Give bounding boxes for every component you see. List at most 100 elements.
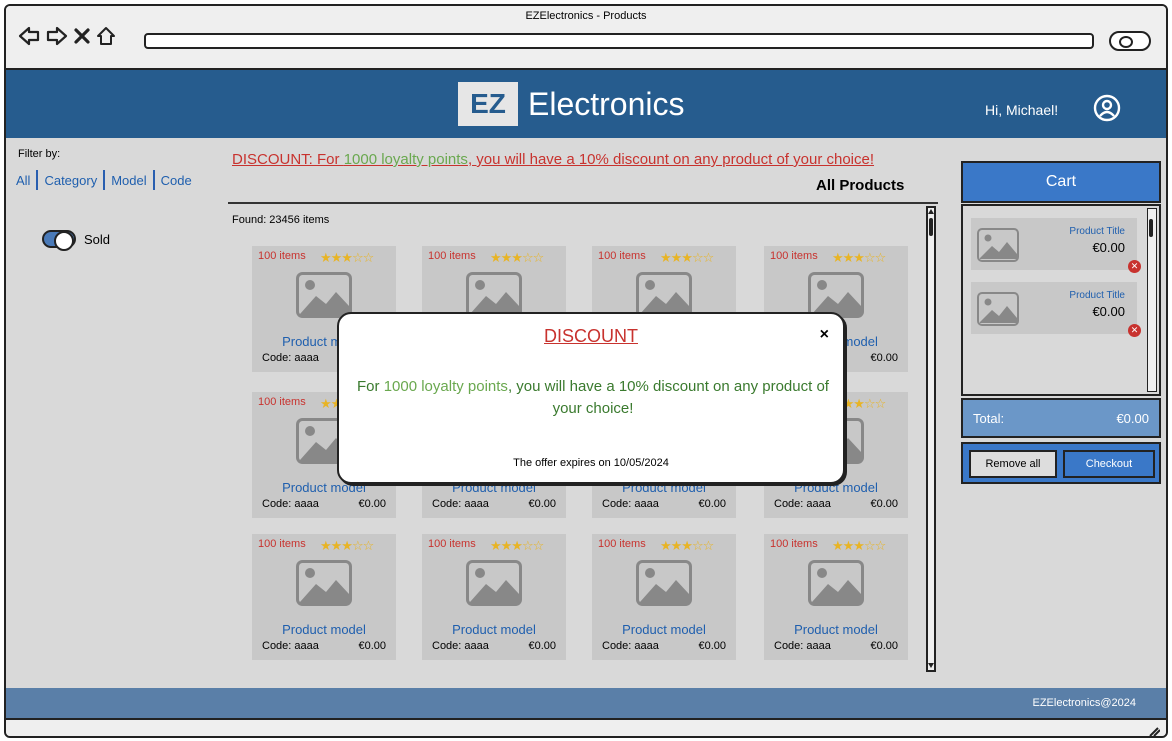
- product-price: €0.00: [528, 498, 556, 510]
- remove-item-icon[interactable]: ✕: [1128, 260, 1141, 273]
- modal-title: DISCOUNT: [544, 326, 638, 346]
- product-price: €0.00: [698, 640, 726, 652]
- product-code: Code: aaaa: [262, 640, 319, 652]
- product-card[interactable]: 100 items ★★★☆☆ Product model Code: aaaa €0.…: [422, 534, 566, 660]
- cart-item-title: Product Title: [1069, 290, 1125, 301]
- rating-stars-icon: ★★★☆☆: [320, 538, 374, 553]
- product-code: Code: aaaa: [774, 640, 831, 652]
- banner-suffix: , you will have a 10% discount on any pr…: [467, 151, 875, 168]
- image-placeholder-icon: [977, 292, 1019, 326]
- filter-category[interactable]: Category: [44, 173, 97, 188]
- back-icon[interactable]: [18, 26, 40, 46]
- remove-all-button[interactable]: Remove all: [969, 450, 1057, 478]
- resize-grip-icon[interactable]: [1148, 726, 1160, 736]
- stock-count: 100 items: [598, 538, 646, 550]
- sold-toggle-label: Sold: [84, 231, 111, 247]
- modal-message-suffix: , you will have a 10% discount on any pr…: [507, 378, 829, 417]
- product-code: Code: aaaa: [262, 498, 319, 510]
- scroll-up-icon[interactable]: [928, 208, 934, 214]
- scroll-down-icon[interactable]: [928, 663, 934, 669]
- browser-toolbar: EZElectronics - Products: [6, 6, 1166, 70]
- close-icon[interactable]: ×: [820, 326, 829, 344]
- browser-nav: [18, 26, 116, 46]
- page-title: All Products: [816, 177, 905, 194]
- stock-count: 100 items: [428, 250, 476, 262]
- filter-options: All Category Model Code: [16, 170, 192, 190]
- cart-item-title: Product Title: [1069, 226, 1125, 237]
- product-model[interactable]: Product model: [252, 622, 396, 637]
- rating-stars-icon: ★★★☆☆: [660, 250, 714, 265]
- stock-count: 100 items: [770, 250, 818, 262]
- sold-toggle[interactable]: [42, 230, 76, 251]
- product-card[interactable]: 100 items ★★★☆☆ Product model Code: aaaa €0.…: [252, 534, 396, 660]
- image-placeholder-icon: [466, 560, 522, 606]
- filter-model[interactable]: Model: [111, 173, 146, 188]
- forward-icon[interactable]: [46, 26, 68, 46]
- product-model[interactable]: Product model: [422, 622, 566, 637]
- browser-search-icon[interactable]: [1109, 31, 1151, 51]
- filter-code[interactable]: Code: [161, 173, 192, 188]
- app-header: EZ Electronics Hi, Michael!: [6, 70, 1166, 138]
- image-placeholder-icon: [296, 272, 352, 318]
- rating-stars-icon: ★★★☆☆: [660, 538, 714, 553]
- home-icon[interactable]: [96, 26, 116, 46]
- stop-icon[interactable]: [74, 27, 90, 45]
- modal-message: For 1000 loyalty points, you will have a…: [355, 376, 831, 420]
- product-price: €0.00: [870, 498, 898, 510]
- logo-text: Electronics: [528, 85, 685, 122]
- scrollbar-thumb[interactable]: [1149, 219, 1153, 237]
- cart-item[interactable]: Product Title €0.00 ✕: [971, 282, 1141, 337]
- banner-prefix: DISCOUNT: For: [232, 151, 344, 168]
- product-code: Code: aaaa: [602, 498, 659, 510]
- rating-stars-icon: ★★★☆☆: [320, 250, 374, 265]
- footer-copyright: EZElectronics@2024: [1032, 697, 1137, 709]
- window-title: EZElectronics - Products: [525, 10, 647, 22]
- checkout-button[interactable]: Checkout: [1063, 450, 1155, 478]
- discount-banner[interactable]: DISCOUNT: For 1000 loyalty points, you w…: [232, 151, 874, 168]
- browser-window: EZElectronics - Products EZ Electronics …: [4, 4, 1168, 738]
- banner-points: 1000 loyalty points: [343, 151, 468, 168]
- stock-count: 100 items: [770, 538, 818, 550]
- discount-modal: DISCOUNT × For 1000 loyalty points, you …: [337, 312, 845, 484]
- cart-total: Total: €0.00: [961, 398, 1161, 438]
- product-price: €0.00: [698, 498, 726, 510]
- stock-count: 100 items: [258, 396, 306, 408]
- product-card[interactable]: 100 items ★★★☆☆ Product model Code: aaaa €0.…: [764, 534, 908, 660]
- address-bar[interactable]: [144, 33, 1094, 49]
- user-greeting: Hi, Michael!: [985, 102, 1059, 118]
- remove-item-icon[interactable]: ✕: [1128, 324, 1141, 337]
- user-account-icon[interactable]: [1093, 94, 1121, 127]
- filter-title: Filter by:: [18, 148, 61, 160]
- cart-actions: Remove all Checkout: [961, 442, 1161, 484]
- products-scrollbar[interactable]: [926, 206, 936, 672]
- scrollbar-thumb[interactable]: [929, 218, 933, 236]
- product-code: Code: aaaa: [262, 352, 319, 364]
- cart-scrollbar[interactable]: [1147, 208, 1157, 392]
- product-model[interactable]: Product model: [764, 622, 908, 637]
- product-price: €0.00: [528, 640, 556, 652]
- cart-item-price: €0.00: [1092, 240, 1125, 255]
- modal-message-prefix: For: [357, 378, 384, 395]
- cart-item-price: €0.00: [1092, 304, 1125, 319]
- stock-count: 100 items: [258, 250, 306, 262]
- product-model[interactable]: Product model: [592, 622, 736, 637]
- product-price: €0.00: [870, 352, 898, 364]
- stock-count: 100 items: [598, 250, 646, 262]
- modal-points: 1000 loyalty points: [383, 378, 508, 395]
- cart-item[interactable]: Product Title €0.00 ✕: [971, 218, 1141, 273]
- image-placeholder-icon: [296, 560, 352, 606]
- image-placeholder-icon: [808, 560, 864, 606]
- product-code: Code: aaaa: [432, 640, 489, 652]
- image-placeholder-icon: [977, 228, 1019, 262]
- product-card[interactable]: 100 items ★★★☆☆ Product model Code: aaaa €0.…: [592, 534, 736, 660]
- filter-all[interactable]: All: [16, 173, 30, 188]
- rating-stars-icon: ★★★☆☆: [490, 538, 544, 553]
- logo-mark: EZ: [458, 82, 518, 126]
- logo[interactable]: EZ Electronics: [458, 82, 685, 126]
- divider: [36, 170, 39, 190]
- product-code: Code: aaaa: [432, 498, 489, 510]
- app-footer: EZElectronics@2024: [6, 688, 1166, 718]
- product-code: Code: aaaa: [774, 498, 831, 510]
- product-price: €0.00: [358, 498, 386, 510]
- rating-stars-icon: ★★★☆☆: [490, 250, 544, 265]
